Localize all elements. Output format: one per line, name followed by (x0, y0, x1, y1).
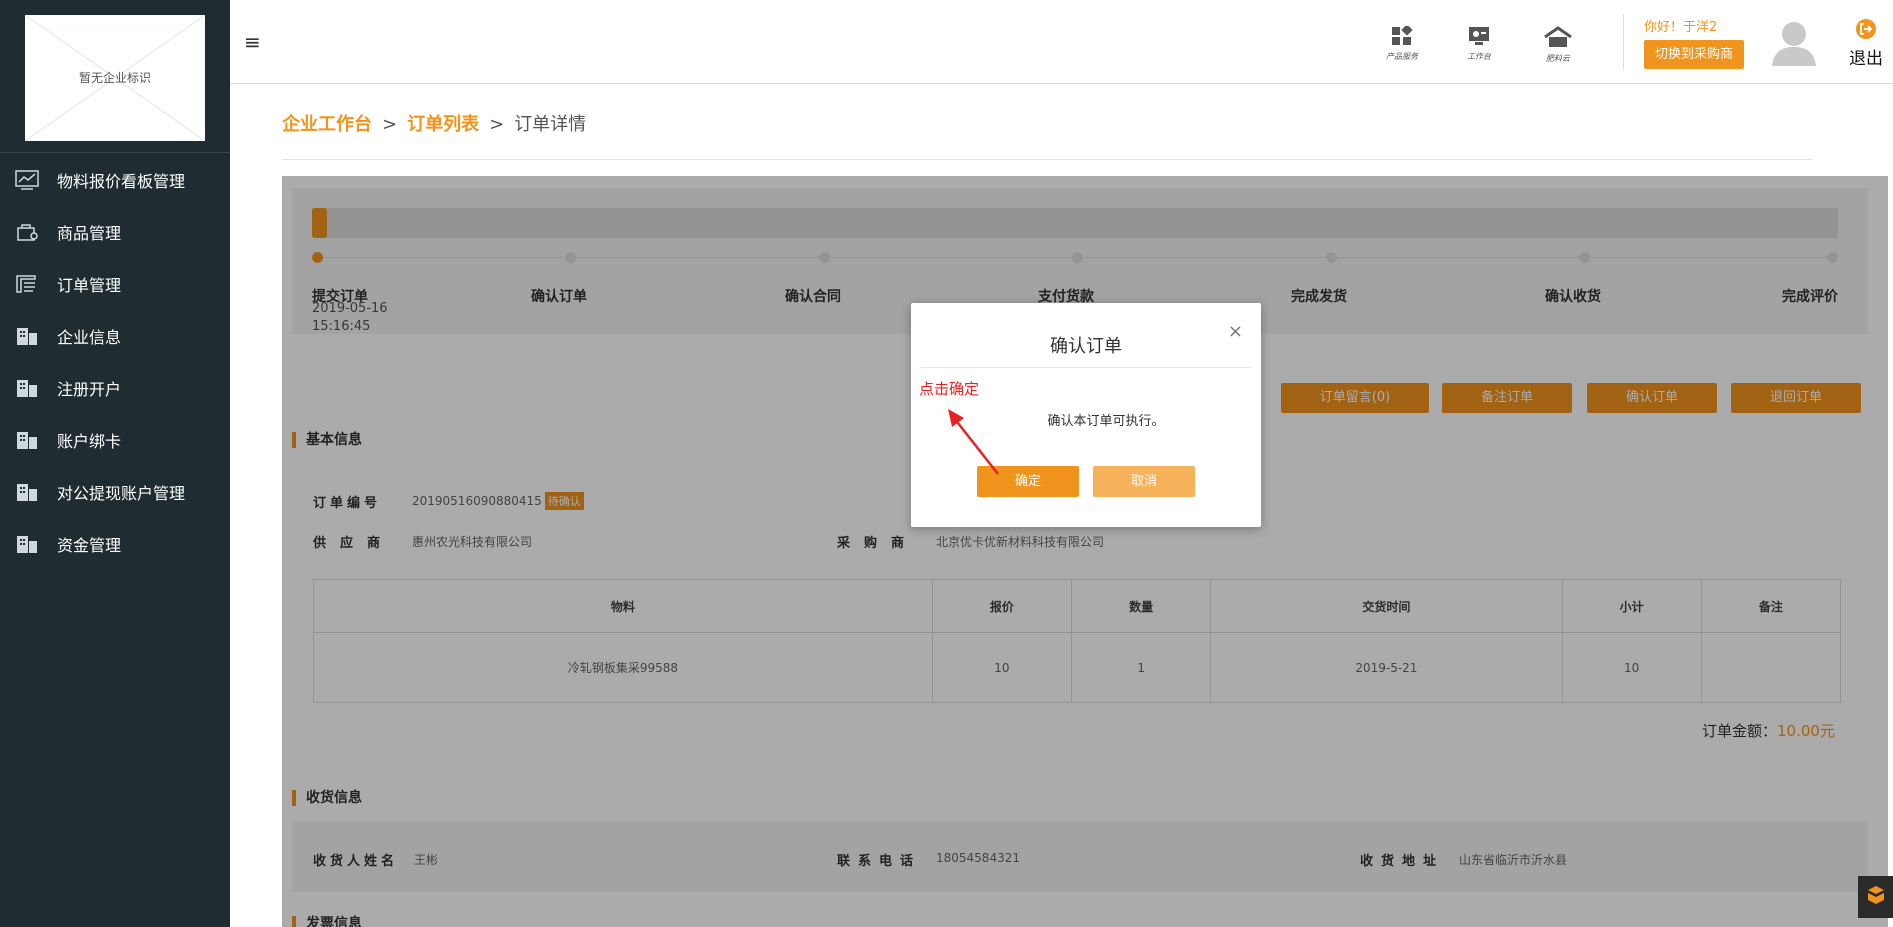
sidebar-item-label: 对公提现账户管理 (57, 484, 186, 503)
sidebar: 暂无企业标识 物料报价看板管理 商品管理 订单管理 企业信息 注册开户 账户绑卡… (0, 0, 230, 927)
user-avatar-icon[interactable] (1770, 18, 1818, 68)
sidebar-item-label: 企业信息 (57, 328, 122, 347)
logout-label: 退出 (1849, 49, 1883, 69)
logout-button[interactable]: 退出 (1844, 18, 1888, 69)
sidebar-item-company-info[interactable]: 企业信息 (0, 310, 230, 362)
home-button[interactable]: 肥料云 (1536, 26, 1580, 64)
sidebar-divider (0, 152, 230, 153)
breadcrumb-order-list-link[interactable]: 订单列表 (407, 114, 479, 135)
building-icon (17, 328, 37, 345)
order-icon (16, 275, 36, 293)
annotation-arrow-icon (948, 409, 999, 475)
header-separator (1623, 14, 1624, 70)
sidebar-menu: 物料报价看板管理 商品管理 订单管理 企业信息 注册开户 账户绑卡 对公提现账户… (0, 154, 230, 570)
building-icon (17, 380, 37, 397)
building-icon (17, 484, 37, 501)
cube-icon (1868, 886, 1884, 904)
building-icon (17, 432, 37, 449)
switch-to-buyer-button[interactable]: 切换到采购商 (1644, 40, 1744, 69)
sidebar-item-label: 注册开户 (57, 380, 122, 399)
sidebar-item-quote-board[interactable]: 物料报价看板管理 (0, 154, 230, 206)
floating-help-button[interactable] (1858, 876, 1893, 918)
app-root: 暂无企业标识 物料报价看板管理 商品管理 订单管理 企业信息 注册开户 账户绑卡… (0, 0, 1893, 927)
cancel-button[interactable]: 取消 (1093, 466, 1195, 497)
sidebar-item-goods[interactable]: 商品管理 (0, 206, 230, 258)
sidebar-item-funds[interactable]: 资金管理 (0, 518, 230, 570)
breadcrumb-divider (282, 159, 1812, 160)
breadcrumb-separator: > (489, 114, 505, 135)
dialog-divider (921, 367, 1251, 368)
sidebar-item-label: 账户绑卡 (57, 432, 122, 451)
dialog-title: 确认订单 (1050, 336, 1122, 357)
sidebar-item-register[interactable]: 注册开户 (0, 362, 230, 414)
goods-icon (17, 224, 38, 241)
hamburger-menu-icon[interactable]: ≡ (244, 30, 261, 54)
sidebar-item-orders[interactable]: 订单管理 (0, 258, 230, 310)
logo-text: 暂无企业标识 (78, 71, 151, 85)
breadcrumb: 企业工作台 > 订单列表 > 订单详情 (282, 110, 586, 136)
breadcrumb-current: 订单详情 (514, 114, 587, 135)
sidebar-item-label: 订单管理 (57, 276, 122, 295)
user-greeting: 你好！于洋2 (1644, 20, 1718, 35)
company-logo-placeholder: 暂无企业标识 (25, 15, 205, 141)
top-header: ≡ 产品服务 工作台 肥料云 你好！于洋2 切换到采购商 退出 (230, 0, 1893, 84)
workbench-icon (1469, 27, 1489, 45)
workbench-caption: 工作台 (1467, 52, 1491, 61)
sidebar-item-label: 物料报价看板管理 (57, 172, 186, 191)
modal-overlay[interactable] (282, 176, 1888, 927)
chart-line-icon (15, 170, 39, 190)
sidebar-item-label: 资金管理 (57, 536, 122, 555)
click-ok-annotation: 点击确定 (919, 380, 980, 398)
product-service-caption: 产品服务 (1386, 52, 1418, 61)
breadcrumb-separator: > (382, 114, 398, 135)
logout-icon (1856, 19, 1876, 39)
home-icon (1544, 26, 1572, 47)
sidebar-item-bind-card[interactable]: 账户绑卡 (0, 414, 230, 466)
product-service-button[interactable]: 产品服务 (1380, 24, 1424, 62)
workbench-button[interactable]: 工作台 (1457, 26, 1501, 62)
building-icon (17, 536, 37, 553)
home-caption: 肥料云 (1546, 54, 1570, 63)
product-service-icon (1392, 24, 1413, 45)
sidebar-item-label: 商品管理 (57, 224, 122, 243)
sidebar-item-withdraw-account[interactable]: 对公提现账户管理 (0, 466, 230, 518)
breadcrumb-workbench-link[interactable]: 企业工作台 (282, 114, 372, 135)
